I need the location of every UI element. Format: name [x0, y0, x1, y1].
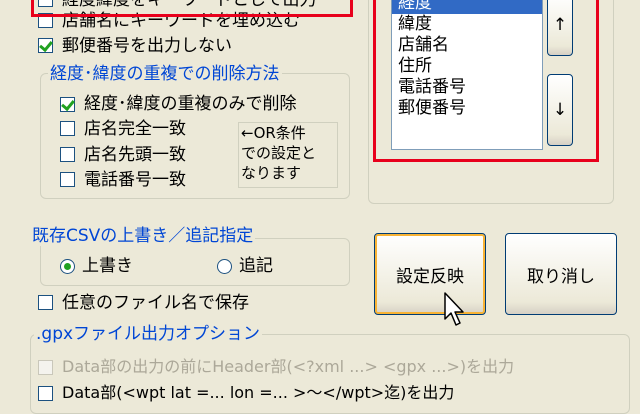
name-exact-label: 店名完全一致: [84, 119, 186, 139]
highlight-box-order: [373, 0, 599, 162]
gpx-wpt-checkbox[interactable]: [38, 386, 53, 401]
save-any-name-checkbox[interactable]: [38, 295, 53, 310]
gpx-options-group-title: .gpxファイル出力オプション: [34, 324, 263, 344]
no-postal-code-checkbox[interactable]: [38, 38, 53, 53]
save-any-name-label: 任意のファイル名で保存: [62, 293, 249, 313]
highlight-box-options: [31, 0, 353, 17]
overwrite-radio[interactable]: [60, 259, 75, 274]
overwrite-label: 上書き: [82, 256, 133, 276]
name-prefix-checkbox[interactable]: [60, 147, 75, 162]
duplicate-delete-group-title: 経度･緯度の重複での削除方法: [48, 64, 282, 84]
apply-settings-label: 設定反映: [396, 266, 464, 287]
cancel-label: 取り消し: [527, 266, 595, 287]
append-label: 追記: [239, 256, 273, 276]
mouse-cursor-icon: [444, 292, 464, 326]
gpx-wpt-label: Data部(<wpt lat =... lon =... >〜</wpt>迄)を…: [62, 383, 455, 402]
name-prefix-label: 店名先頭一致: [84, 145, 186, 165]
no-postal-code-label: 郵便番号を出力しない: [62, 36, 232, 56]
csv-mode-group-title: 既存CSVの上書き／追記指定: [30, 226, 256, 246]
name-exact-checkbox[interactable]: [60, 121, 75, 136]
append-radio[interactable]: [217, 259, 232, 274]
only-coords-label: 経度･緯度の重複のみで削除: [84, 94, 297, 114]
only-coords-checkbox[interactable]: [60, 97, 75, 112]
cancel-button[interactable]: 取り消し: [505, 233, 617, 315]
or-condition-note: ←OR条件 での設定と なります: [238, 122, 338, 188]
apply-settings-button[interactable]: 設定反映: [374, 233, 486, 315]
gpx-header-label: Data部の出力の前にHeader部(<?xml ...> <gpx ...>)…: [62, 357, 515, 376]
gpx-header-checkbox[interactable]: [38, 360, 53, 375]
phone-exact-label: 電話番号一致: [84, 170, 186, 190]
phone-exact-checkbox[interactable]: [60, 172, 75, 187]
